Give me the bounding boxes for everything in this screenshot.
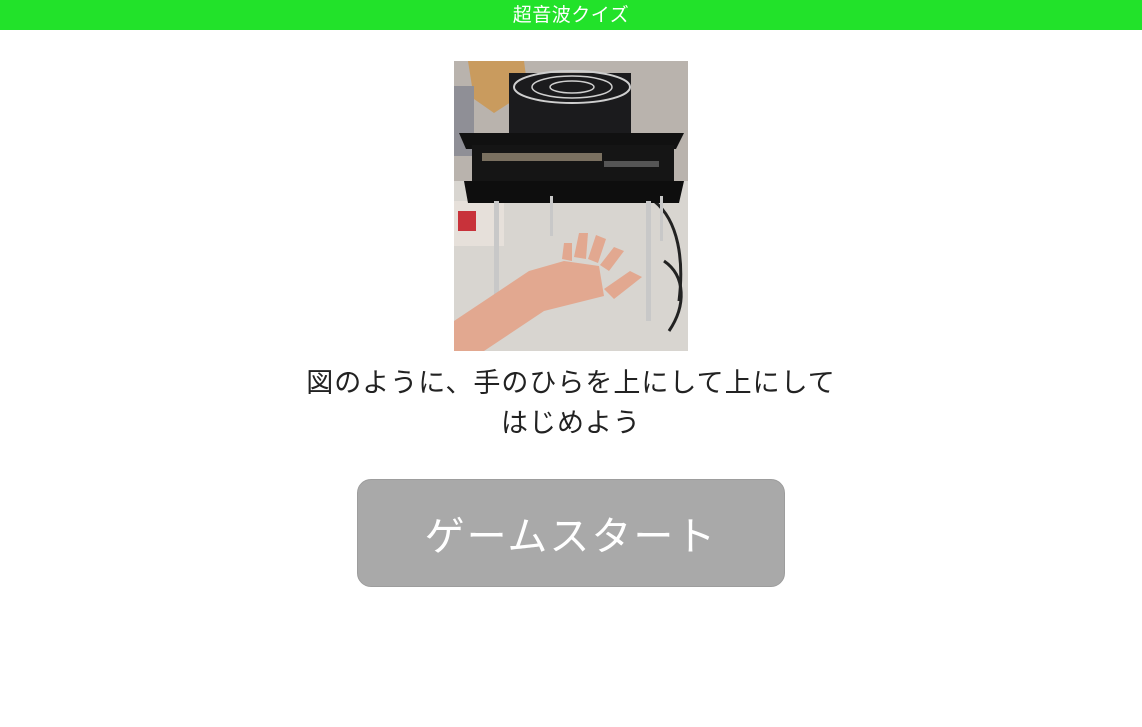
header-bar: 超音波クイズ xyxy=(0,0,1142,30)
start-game-button[interactable]: ゲームスタート xyxy=(357,479,785,587)
instruction-text: 図のように、手のひらを上にして上にして はじめよう xyxy=(200,364,942,444)
instruction-line-2: はじめよう xyxy=(501,408,641,439)
instruction-line-1: 図のように、手のひらを上にして上にして xyxy=(306,368,836,399)
app-title: 超音波クイズ xyxy=(512,4,630,26)
instruction-photo xyxy=(454,61,688,351)
